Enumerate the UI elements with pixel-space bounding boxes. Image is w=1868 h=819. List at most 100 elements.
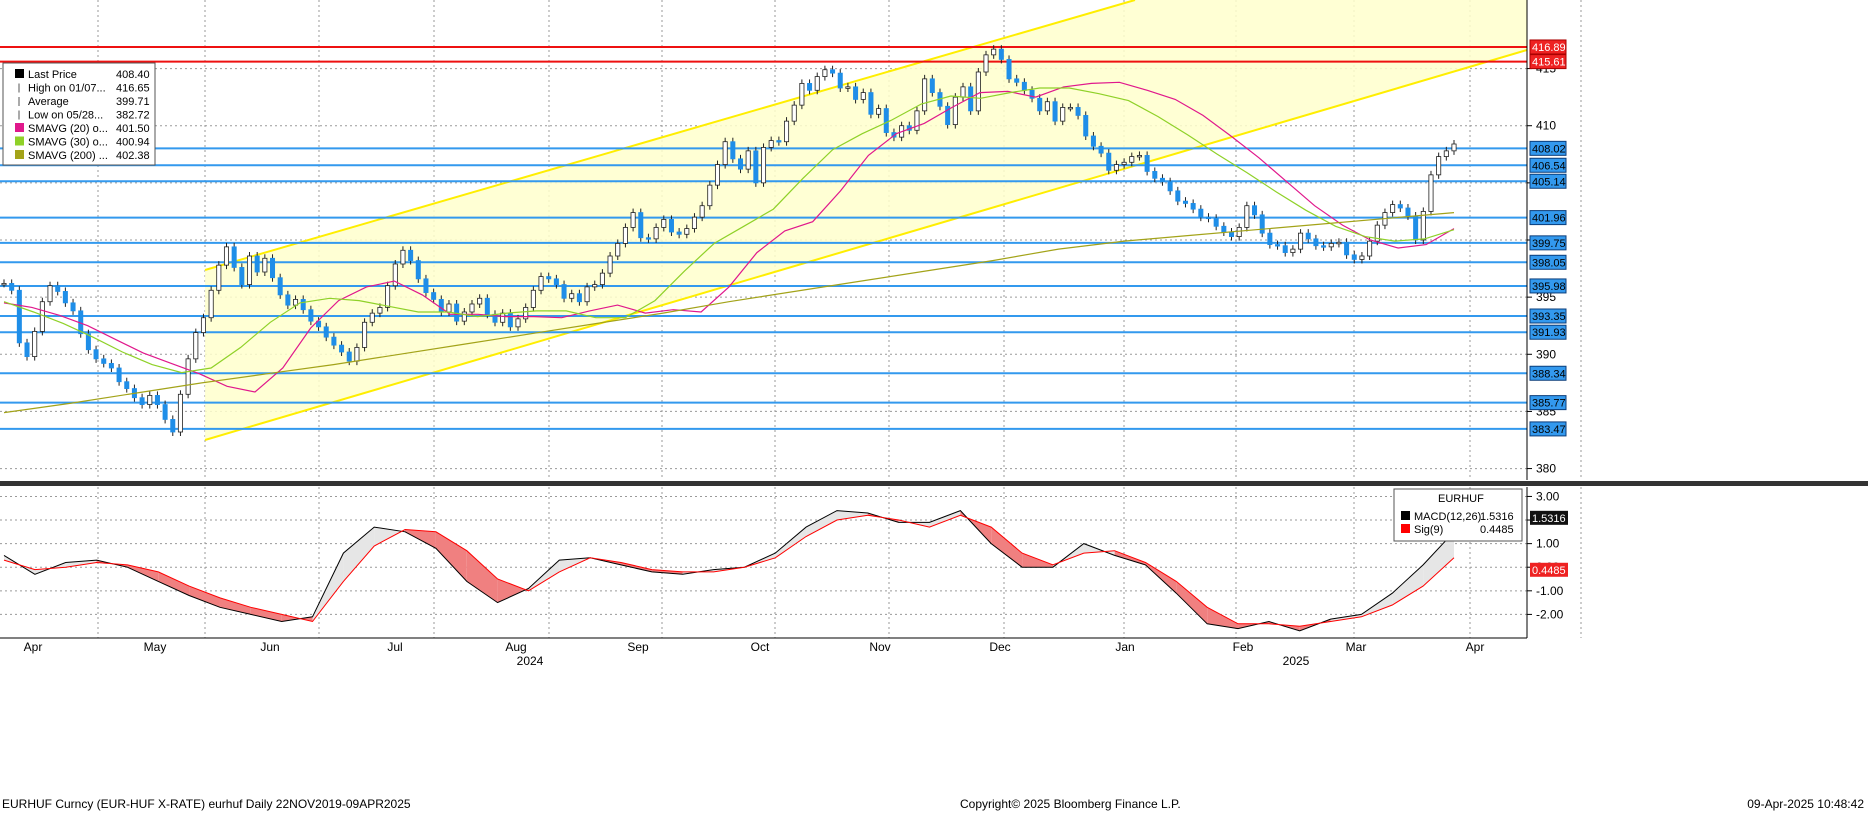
price-bar [1259, 214, 1265, 234]
price-bar [70, 302, 76, 312]
price-bar [1098, 145, 1104, 154]
price-bar [1037, 97, 1043, 112]
price-bar [515, 318, 521, 328]
price-bar [438, 299, 444, 313]
price-bar [745, 150, 751, 170]
price-bar [93, 349, 99, 360]
price-bar [431, 292, 437, 300]
price-bar [1159, 177, 1165, 183]
level-badge-label: 408.02 [1532, 143, 1566, 155]
price-bar [737, 158, 744, 170]
level-badge-label: 385.77 [1532, 398, 1566, 410]
price-bar [530, 289, 536, 308]
price-bar [1359, 255, 1365, 260]
price-bar [193, 332, 199, 360]
price-bar [446, 303, 452, 313]
level-badge-label: 383.47 [1532, 424, 1566, 436]
price-bar [538, 276, 544, 291]
legend-value: 1.5316 [1480, 511, 1514, 523]
price-bar [1413, 215, 1419, 241]
legend-value: 408.40 [116, 69, 150, 81]
price-bar [868, 92, 874, 115]
price-bar [1351, 254, 1357, 260]
price-bar [300, 299, 306, 311]
price-bar [200, 317, 206, 333]
price-bar [1344, 241, 1350, 256]
price-bar [108, 363, 114, 369]
price-bar [638, 212, 644, 239]
price-bar [346, 351, 352, 362]
x-tick-label: Jul [387, 640, 402, 654]
price-bar [991, 48, 997, 56]
legend-label: MACD(12,26) [1414, 511, 1481, 523]
legend-value: 400.94 [116, 137, 150, 149]
panel-separator [0, 481, 1868, 486]
price-bar [55, 285, 61, 292]
legend-label: High on 01/07... [28, 83, 106, 95]
price-bar [24, 342, 30, 357]
price-bar [1136, 155, 1142, 158]
price-bar [415, 260, 421, 280]
price-bar [1052, 101, 1058, 122]
price-bar [807, 83, 813, 91]
price-bar [323, 326, 329, 338]
price-bar [653, 227, 659, 240]
legend-label: Low on 05/28... [28, 110, 103, 122]
price-bar [1067, 107, 1073, 110]
price-bar [1106, 152, 1112, 171]
legend-label: Average [28, 96, 69, 108]
price-bar [1190, 203, 1196, 210]
price-bar [1336, 241, 1342, 245]
level-badge-label: 416.89 [1532, 42, 1566, 54]
price-bar [1044, 101, 1050, 112]
price-bar [1328, 243, 1334, 248]
price-bar [929, 78, 935, 93]
footer-timestamp: 09-Apr-2025 10:48:42 [1747, 797, 1864, 811]
price-bar [339, 344, 345, 353]
price-bar [47, 285, 53, 303]
level-badge-label: 406.54 [1532, 160, 1566, 172]
price-bar [615, 243, 621, 257]
x-tick-label: Sep [627, 640, 649, 654]
price-bar [1244, 205, 1250, 228]
price-bar [1, 283, 7, 286]
price-bar [860, 92, 866, 100]
price-bar [62, 291, 68, 304]
price-legend: Last Price 408.40 High on 01/07... 416.65 Av… [2, 62, 156, 166]
price-bar [876, 108, 882, 115]
price-bar [331, 336, 337, 346]
footer-ticker: EURHUF Curncy (EUR-HUF X-RATE) eurhuf Da… [2, 797, 411, 811]
price-bar [116, 367, 122, 383]
y-tick-label: -1.00 [1536, 584, 1564, 598]
x-tick-label: Aug [505, 640, 526, 654]
legend-label: SMAVG (30) o... [28, 137, 108, 149]
year-label: 2024 [517, 654, 544, 668]
price-bar [776, 140, 782, 143]
price-bar [768, 140, 774, 148]
price-bar [1405, 207, 1411, 217]
level-badge-label: 401.96 [1532, 213, 1566, 225]
price-bar [1060, 107, 1066, 122]
level-badge-label: 395.98 [1532, 281, 1566, 293]
price-bar [1236, 227, 1242, 237]
price-bar [761, 147, 767, 184]
price-bar [730, 141, 736, 160]
price-bar [922, 78, 928, 112]
price-bar [354, 347, 360, 362]
price-bar [1443, 150, 1449, 157]
level-badge-label: 415.61 [1532, 57, 1566, 69]
price-bar [837, 72, 843, 89]
price-bar [1229, 231, 1235, 237]
price-bar [285, 294, 291, 306]
price-bar [1083, 115, 1089, 137]
level-badge-label: 399.75 [1532, 238, 1566, 250]
y-tick-label: -2.00 [1536, 607, 1564, 621]
price-bar [814, 76, 820, 91]
legend-label: Sig(9) [1414, 524, 1443, 536]
price-bar [576, 293, 582, 303]
price-bar [254, 255, 260, 273]
x-tick-label: Jan [1115, 640, 1134, 654]
price-bar [408, 249, 414, 261]
price-bar [377, 307, 383, 314]
price-bar [1436, 156, 1442, 176]
